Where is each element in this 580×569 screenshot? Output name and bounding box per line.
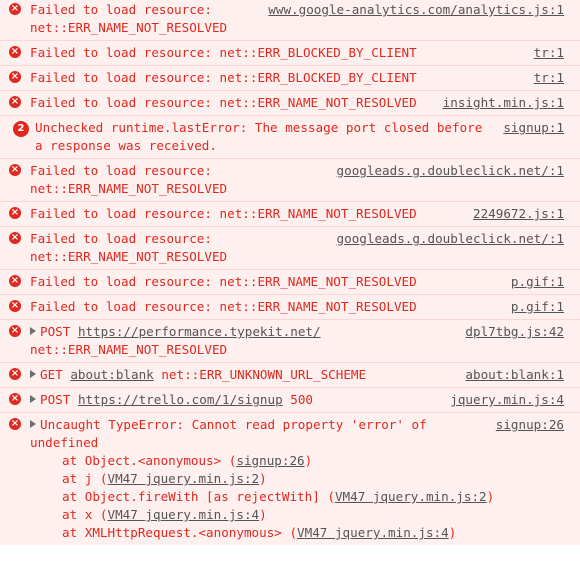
source-link[interactable]: signup:1	[503, 119, 564, 137]
error-icon: ×	[9, 368, 21, 380]
source-link[interactable]: p.gif:1	[511, 298, 564, 316]
stack-frame-suffix: )	[304, 453, 313, 468]
expand-triangle-icon[interactable]	[30, 420, 36, 428]
source-link[interactable]: dpl7tbg.js:42	[465, 323, 564, 341]
error-message: Failed to load resource: net::ERR_NAME_N…	[30, 206, 417, 221]
console-error-entry: × googleads.g.doubleclick.net/:1 Failed …	[0, 226, 580, 269]
request-method: POST	[40, 324, 71, 339]
stack-frame: at j (VM47 jquery.min.js:2)	[62, 470, 564, 488]
error-icon: ×	[9, 418, 21, 430]
error-message: Failed to load resource: net::ERR_NAME_N…	[30, 2, 228, 35]
source-link[interactable]: 2249672.js:1	[473, 205, 564, 223]
stack-frame-suffix: )	[259, 507, 267, 522]
console-error-entry-grouped: 2 signup:1 Unchecked runtime.lastError: …	[0, 115, 580, 158]
error-icon: ×	[9, 232, 21, 244]
stack-frame-text: at Object.<anonymous> (	[62, 453, 237, 468]
error-message: Failed to load resource: net::ERR_NAME_N…	[30, 163, 228, 196]
stack-frame-link[interactable]: VM47 jquery.min.js:4	[297, 525, 449, 540]
request-url-link[interactable]: https://trello.com/1/signup	[78, 392, 283, 407]
request-method: GET	[40, 367, 63, 382]
console-network-error-entry[interactable]: × about:blank:1 GET about:blank net::ERR…	[0, 362, 580, 387]
console-exception-entry[interactable]: × signup:26 Uncaught TypeError: Cannot r…	[0, 412, 580, 545]
error-icon: ×	[9, 96, 21, 108]
console-error-entry: × www.google-analytics.com/analytics.js:…	[0, 0, 580, 40]
source-link[interactable]: insight.min.js:1	[443, 94, 564, 112]
console-error-entry: × googleads.g.doubleclick.net/:1 Failed …	[0, 158, 580, 201]
console-error-entry: × 2249672.js:1 Failed to load resource: …	[0, 201, 580, 226]
error-message: Unchecked runtime.lastError: The message…	[35, 120, 490, 153]
console-error-entry: × tr:1 Failed to load resource: net::ERR…	[0, 40, 580, 65]
request-url-link[interactable]: about:blank	[70, 367, 153, 382]
error-icon: ×	[9, 300, 21, 312]
error-icon: ×	[9, 71, 21, 83]
error-message: 500	[290, 392, 313, 407]
repeat-count-badge: 2	[13, 121, 29, 137]
source-link[interactable]: www.google-analytics.com/analytics.js:1	[268, 1, 564, 19]
error-icon: ×	[9, 325, 21, 337]
console-panel: × www.google-analytics.com/analytics.js:…	[0, 0, 580, 569]
expand-triangle-icon[interactable]	[30, 370, 36, 378]
source-link[interactable]: googleads.g.doubleclick.net/:1	[337, 230, 564, 248]
error-message: Failed to load resource: net::ERR_NAME_N…	[30, 299, 417, 314]
source-link[interactable]: tr:1	[534, 69, 564, 87]
error-message: Failed to load resource: net::ERR_NAME_N…	[30, 95, 417, 110]
error-icon: ×	[9, 164, 21, 176]
source-link[interactable]: p.gif:1	[511, 273, 564, 291]
error-message: Failed to load resource: net::ERR_BLOCKE…	[30, 45, 417, 60]
stack-trace: at Object.<anonymous> (signup:26) at j (…	[30, 452, 564, 542]
error-icon: ×	[9, 46, 21, 58]
error-icon: ×	[9, 207, 21, 219]
stack-frame: at Object.<anonymous> (signup:26)	[62, 452, 564, 470]
error-message: Failed to load resource: net::ERR_NAME_N…	[30, 274, 417, 289]
request-method: POST	[40, 392, 71, 407]
stack-frame: at XMLHttpRequest.<anonymous> (VM47 jque…	[62, 524, 564, 542]
stack-frame: at Object.fireWith [as rejectWith] (VM47…	[62, 488, 564, 506]
error-message: Failed to load resource: net::ERR_NAME_N…	[30, 231, 228, 264]
stack-frame-text: at x (	[62, 507, 108, 522]
expand-triangle-icon[interactable]	[30, 395, 36, 403]
stack-frame-link[interactable]: VM47 jquery.min.js:4	[108, 507, 260, 522]
error-icon: ×	[9, 275, 21, 287]
console-error-entry: × p.gif:1 Failed to load resource: net::…	[0, 294, 580, 319]
source-link[interactable]: about:blank:1	[465, 366, 564, 384]
stack-frame-link[interactable]: VM47 jquery.min.js:2	[335, 489, 487, 504]
source-link[interactable]: googleads.g.doubleclick.net/:1	[337, 162, 564, 180]
console-network-error-entry[interactable]: × jquery.min.js:4 POST https://trello.co…	[0, 387, 580, 412]
stack-frame: at x (VM47 jquery.min.js:4)	[62, 506, 564, 524]
stack-frame-link[interactable]: VM47 jquery.min.js:2	[108, 471, 260, 486]
console-error-entry: × insight.min.js:1 Failed to load resour…	[0, 90, 580, 115]
stack-frame-text: at Object.fireWith [as rejectWith] (	[62, 489, 335, 504]
stack-frame-suffix: )	[448, 525, 457, 540]
stack-frame-suffix: )	[259, 471, 267, 486]
source-link[interactable]: jquery.min.js:4	[450, 391, 564, 409]
error-message: Failed to load resource: net::ERR_BLOCKE…	[30, 70, 417, 85]
console-error-entry: × tr:1 Failed to load resource: net::ERR…	[0, 65, 580, 90]
error-message: net::ERR_UNKNOWN_URL_SCHEME	[161, 367, 367, 382]
error-message: net::ERR_NAME_NOT_RESOLVED	[30, 342, 228, 357]
stack-frame-suffix: )	[486, 489, 495, 504]
source-link[interactable]: tr:1	[534, 44, 564, 62]
error-icon: ×	[9, 393, 21, 405]
stack-frame-text: at XMLHttpRequest.<anonymous> (	[62, 525, 298, 540]
console-error-entry: × p.gif:1 Failed to load resource: net::…	[0, 269, 580, 294]
stack-frame-text: at j (	[62, 471, 108, 486]
stack-frame-link[interactable]: signup:26	[236, 453, 304, 468]
request-url-link[interactable]: https://performance.typekit.net/	[78, 324, 321, 339]
source-link[interactable]: signup:26	[496, 416, 564, 434]
console-network-error-entry[interactable]: × dpl7tbg.js:42 POST https://performance…	[0, 319, 580, 362]
expand-triangle-icon[interactable]	[30, 327, 36, 335]
error-icon: ×	[9, 3, 21, 15]
error-message: Uncaught TypeError: Cannot read property…	[30, 417, 435, 450]
